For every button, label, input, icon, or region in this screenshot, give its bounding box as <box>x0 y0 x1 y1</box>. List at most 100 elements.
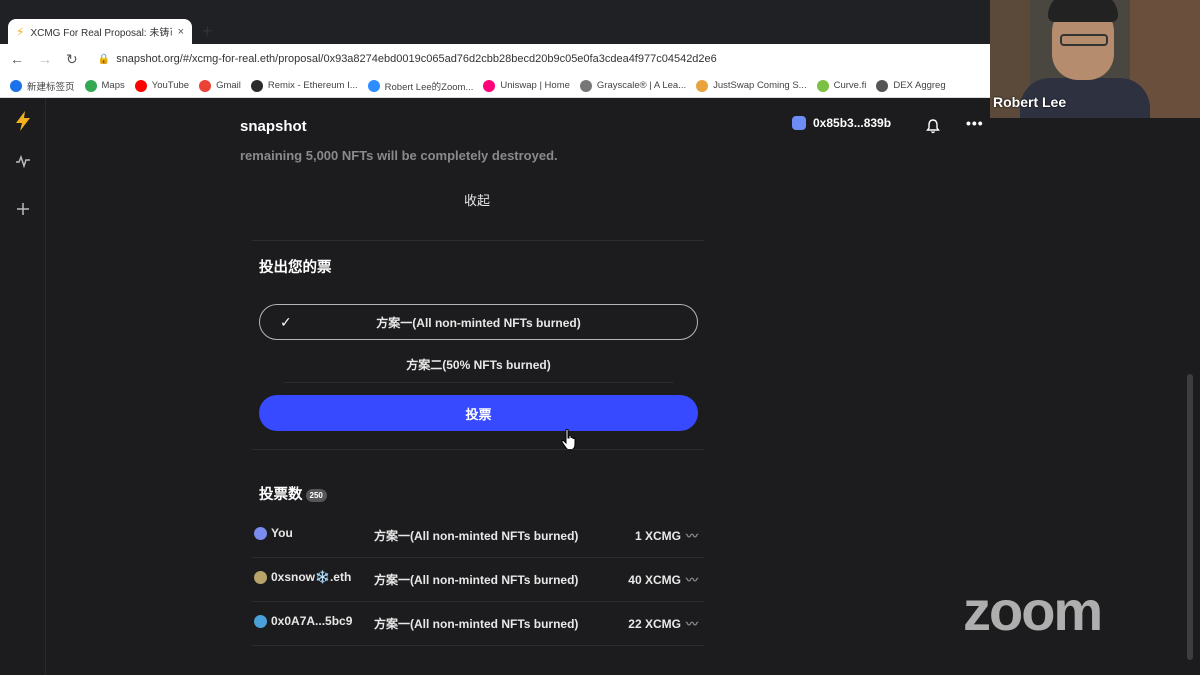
cast-vote-title: 投出您的票 <box>259 260 332 276</box>
more-options-icon[interactable]: ••• <box>966 115 984 131</box>
sidebar <box>0 98 46 675</box>
mouse-cursor-icon <box>561 428 577 456</box>
participant-video[interactable]: Robert Lee <box>990 0 1200 118</box>
forward-icon[interactable]: → <box>38 51 52 67</box>
tab-title: XCMG For Real Proposal: 未铸币 <box>30 28 172 39</box>
maps-icon <box>84 79 97 92</box>
vote-power: 22 XCMG 〰 <box>628 615 698 632</box>
wallet-button[interactable]: 0x85b3...839b <box>792 116 891 130</box>
participant-name: Robert Lee <box>993 94 1067 110</box>
bookmark-label: Remix - Ethereum I... <box>267 80 358 91</box>
curve-icon <box>816 79 829 92</box>
vote-power: 40 XCMG 〰 <box>628 571 698 588</box>
zoom-icon <box>367 79 380 92</box>
wallet-address: 0x85b3...839b <box>813 116 892 130</box>
vote-row: 0x0A7A...5bc9 方案一(All non-minted NFTs bur… <box>252 602 704 646</box>
grayscale-icon <box>579 79 592 92</box>
vote-row: You 方案一(All non-minted NFTs burned) 1 XCMG… <box>252 514 704 558</box>
bookmark-label: Curve.fi <box>833 80 867 91</box>
signature-icon[interactable]: 〰 <box>686 615 698 632</box>
snapshot-logo-icon[interactable] <box>0 110 46 137</box>
bookmark-label: DEX Aggreg <box>893 80 946 91</box>
snapshot-favicon-icon: ⚡ <box>16 24 25 39</box>
bookmark-item[interactable]: 新建标签页 <box>10 79 75 93</box>
bookmark-item[interactable]: Gmail <box>199 79 241 92</box>
choice-label: 方案二(50% NFTs burned) <box>406 357 551 372</box>
bell-icon[interactable] <box>925 118 941 139</box>
voter-avatar-icon <box>254 526 267 540</box>
choice-option-1[interactable]: ✓ 方案一(All non-minted NFTs burned) <box>259 304 698 340</box>
vote-choice: 方案一(All non-minted NFTs burned) <box>374 529 579 543</box>
new-tab-button[interactable]: + <box>202 21 213 41</box>
signature-icon[interactable]: 〰 <box>686 527 698 544</box>
voter-name: 0xsnow❄️.eth <box>271 570 352 584</box>
justswap-icon <box>696 79 709 92</box>
reload-icon[interactable]: ↻ <box>66 51 78 68</box>
voter-avatar-icon <box>254 614 267 628</box>
vote-choice: 方案一(All non-minted NFTs burned) <box>374 617 579 631</box>
bookmark-label: Grayscale® | A Lea... <box>596 80 687 91</box>
collapse-button[interactable]: 收起 <box>464 190 490 209</box>
uniswap-icon <box>483 79 496 92</box>
divider <box>252 449 704 450</box>
voter[interactable]: You <box>254 526 293 540</box>
scrollbar[interactable] <box>1187 374 1193 660</box>
close-tab-icon[interactable]: × <box>178 26 184 38</box>
vote-power-value: 40 XCMG <box>628 572 681 587</box>
check-icon: ✓ <box>280 314 292 330</box>
bookmark-label: Robert Lee的Zoom... <box>384 81 474 93</box>
divider <box>252 240 704 241</box>
activity-icon[interactable] <box>0 154 46 173</box>
bookmark-label: Maps <box>101 80 125 91</box>
gmail-icon <box>199 79 212 92</box>
vote-button[interactable]: 投票 <box>259 395 698 431</box>
browser-tab[interactable]: ⚡ XCMG For Real Proposal: 未铸币 × <box>8 19 192 44</box>
globe-icon <box>10 79 22 92</box>
youtube-icon <box>134 79 147 92</box>
vote-power: 1 XCMG 〰 <box>635 527 698 544</box>
bookmark-item[interactable]: Curve.fi <box>816 79 867 92</box>
vote-power-value: 22 XCMG <box>628 616 681 631</box>
bookmark-label: Gmail <box>216 80 241 91</box>
bookmark-label: 新建标签页 <box>27 81 75 93</box>
choice-option-2[interactable]: 方案二(50% NFTs burned) <box>259 346 698 382</box>
bookmark-item[interactable]: DEX Aggreg <box>876 79 946 92</box>
brand-title[interactable]: snapshot <box>240 118 307 135</box>
voter-name: You <box>271 526 293 540</box>
bookmark-item[interactable]: Robert Lee的Zoom... <box>367 79 474 93</box>
voter[interactable]: 0xsnow❄️.eth <box>254 570 351 584</box>
bookmark-item[interactable]: Maps <box>84 79 125 92</box>
voter-name: 0x0A7A...5bc9 <box>271 614 353 628</box>
bookmark-item[interactable]: YouTube <box>134 79 190 92</box>
participant-hair <box>1048 0 1118 22</box>
url-field[interactable]: 🔒 snapshot.org/#/xcmg-for-real.eth/propo… <box>98 53 717 65</box>
votes-count-badge: 250 <box>305 488 327 502</box>
voter-avatar-icon <box>254 570 267 584</box>
bookmark-item[interactable]: Uniswap | Home <box>483 79 570 92</box>
choice-label: 方案一(All non-minted NFTs burned) <box>376 315 581 330</box>
lock-icon: 🔒 <box>97 53 111 65</box>
signature-icon[interactable]: 〰 <box>686 571 698 588</box>
zoom-watermark-logo: zoom <box>963 579 1103 642</box>
back-icon[interactable]: ← <box>10 51 24 67</box>
wallet-avatar-icon <box>792 116 806 130</box>
voter[interactable]: 0x0A7A...5bc9 <box>254 614 352 628</box>
remix-icon <box>250 79 263 92</box>
add-space-icon[interactable] <box>0 202 46 221</box>
bookmark-item[interactable]: JustSwap Coming S... <box>696 79 807 92</box>
bookmark-label: JustSwap Coming S... <box>713 80 807 91</box>
bookmark-item[interactable]: Remix - Ethereum I... <box>250 79 358 92</box>
url-text[interactable]: snapshot.org/#/xcmg-for-real.eth/proposa… <box>116 53 717 65</box>
divider <box>284 382 674 383</box>
vote-row: 0xsnow❄️.eth 方案一(All non-minted NFTs burn… <box>252 558 704 602</box>
votes-title-text: 投票数 <box>259 487 303 503</box>
dex-icon <box>876 79 889 92</box>
vote-choice: 方案一(All non-minted NFTs burned) <box>374 573 579 587</box>
vote-power-value: 1 XCMG <box>634 528 681 543</box>
votes-title: 投票数 250 <box>259 483 327 504</box>
bookmark-item[interactable]: Grayscale® | A Lea... <box>579 79 687 92</box>
participant-glasses <box>1060 34 1108 46</box>
bookmark-label: Uniswap | Home <box>500 80 570 91</box>
bookmark-label: YouTube <box>151 80 190 91</box>
proposal-body-text: remaining 5,000 NFTs will be completely … <box>240 148 558 163</box>
